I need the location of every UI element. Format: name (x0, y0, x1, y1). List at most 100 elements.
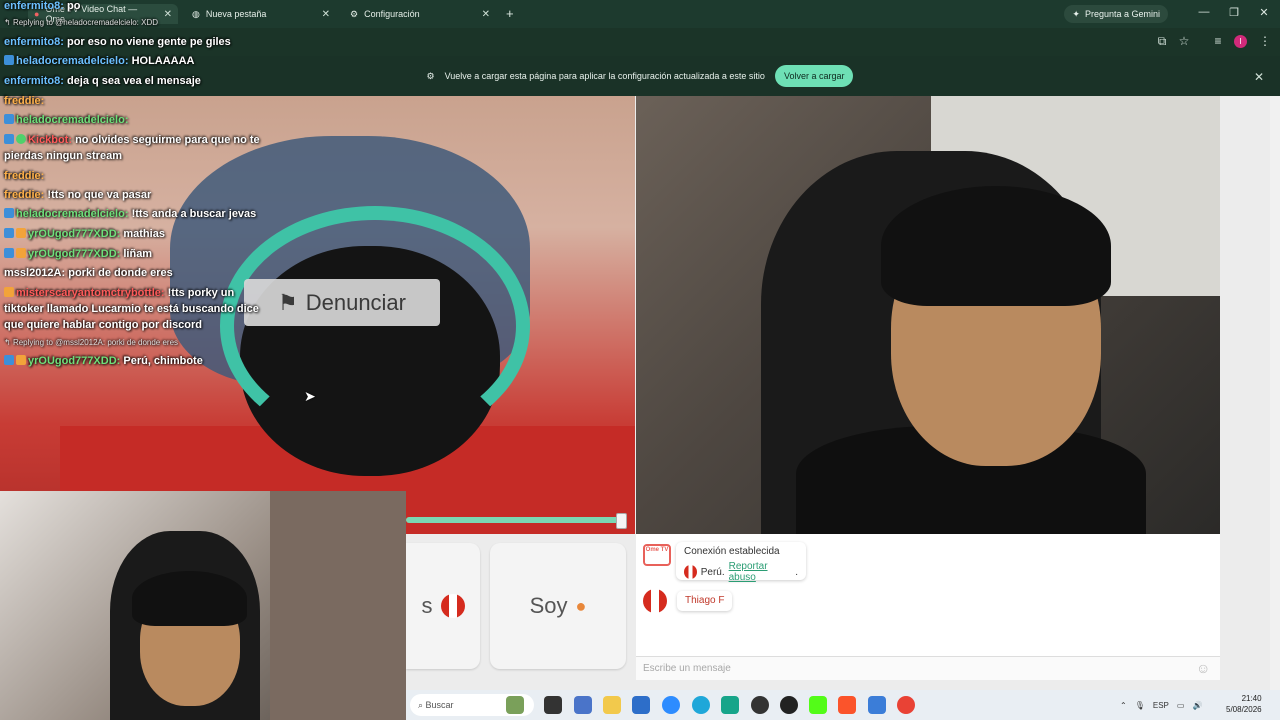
chat-user: yrOUgod777XDD: (28, 228, 121, 240)
chevron-up-icon[interactable]: ⌃ (1120, 701, 1127, 710)
star-icon[interactable]: ☆ (1176, 34, 1192, 48)
media-icon[interactable]: ≡ (1210, 34, 1226, 48)
gemini-label: Pregunta a Gemini (1084, 9, 1160, 19)
chat-text: Replying to @mssl2012A: porki de donde e… (12, 338, 179, 347)
chat-line: freddie: (4, 95, 44, 107)
widget-icon[interactable] (506, 696, 524, 714)
chat-line: heladocremadelcielo: (4, 114, 129, 126)
country-text: Perú. (700, 566, 725, 578)
window-close-button[interactable]: ✕ (1254, 6, 1274, 19)
period-text: . (795, 566, 798, 578)
badge-icon (4, 55, 14, 65)
store-icon[interactable] (574, 696, 592, 714)
volume-slider-track[interactable] (406, 517, 624, 523)
chat-line: yrOUgod777XDD: mathias (4, 228, 165, 240)
clock-time: 21:40 (1241, 694, 1262, 703)
card-text: s (421, 593, 433, 618)
chat-text: tiktoker llamado Lucarmio te está buscan… (4, 303, 259, 315)
chat-user: freddie: (4, 170, 45, 182)
chat-line: heladocremadelcielo: !tts anda a buscar … (4, 208, 256, 220)
install-icon[interactable]: ⧉ (1154, 34, 1170, 49)
monitor-icon[interactable]: ▭ (1177, 701, 1185, 710)
report-label: Denunciar (305, 289, 406, 315)
chat-line: mssl2012A: porki de donde eres (4, 267, 173, 279)
brave-icon[interactable] (838, 696, 856, 714)
report-button[interactable]: ⚑ Denunciar (244, 279, 440, 326)
chat-line: Kickbot: no olvides seguirme para que no… (4, 134, 260, 146)
chat-text: liñam (123, 248, 153, 260)
streamer-webcam (0, 491, 406, 720)
edge-icon[interactable] (692, 696, 710, 714)
close-icon[interactable]: ✕ (164, 9, 172, 20)
folder-icon[interactable] (603, 696, 621, 714)
video-shape (132, 571, 247, 626)
volume-slider-thumb[interactable] (616, 513, 627, 529)
kick-icon[interactable] (809, 696, 827, 714)
chat-user: heladocremadelcielo: (16, 114, 129, 126)
chat-line: heladocremadelcielo: HOLAAAAA (4, 55, 195, 67)
taskview-icon[interactable] (544, 696, 562, 714)
minimize-button[interactable]: — (1194, 6, 1214, 18)
obs-icon[interactable] (751, 696, 769, 714)
chat-line: freddie: !tts no que va pasar (4, 189, 151, 201)
message-input[interactable]: Escribe un mensaje (636, 656, 1220, 680)
chat-text: !tts no que va pasar (47, 189, 152, 201)
chat-text: po (66, 0, 81, 12)
flag-icon: ⚑ (277, 289, 298, 315)
badge-icon (4, 114, 14, 124)
gear-icon: ⚙ (350, 8, 359, 19)
vpn-icon[interactable] (721, 696, 739, 714)
chrome-icon[interactable] (897, 696, 915, 714)
badge-icon (4, 248, 14, 258)
close-icon[interactable]: ✕ (1254, 70, 1264, 84)
sparkle-icon: ✦ (1072, 8, 1080, 19)
menu-icon[interactable]: ⋮ (1257, 34, 1273, 48)
chat-text: porki de donde eres (68, 267, 173, 279)
chat-line: enfermito8: po (4, 0, 80, 12)
chat-text: deja q sea vea el mensaje (66, 75, 201, 87)
chat-text: HOLAAAAA (131, 55, 195, 67)
chat-user: enfermito8: (4, 36, 64, 48)
lang-indicator[interactable]: ESP (1153, 701, 1169, 710)
volume-icon[interactable]: 🔊 (1192, 701, 1202, 710)
tab-settings[interactable]: ⚙ Configuración ✕ (344, 4, 496, 24)
close-icon[interactable]: ✕ (322, 9, 330, 20)
chat-user: freddie: (4, 189, 45, 201)
chat-line: misterscaryantomctrybottle: !tts porky u… (4, 287, 234, 299)
chat-text: !tts anda a buscar jevas (131, 208, 257, 220)
partner-name: Thiago F (677, 591, 733, 611)
gemini-button[interactable]: ✦ Pregunta a Gemini (1064, 5, 1168, 23)
chat-user: heladocremadelcielo: (16, 55, 129, 67)
close-icon[interactable]: ✕ (482, 9, 490, 20)
zoom-icon[interactable] (662, 696, 680, 714)
boy-icon: ● (575, 595, 587, 616)
g-app-icon[interactable] (780, 696, 798, 714)
avatar[interactable]: I (1234, 35, 1247, 48)
chat-text: Replying to @heladocremadelcielo: XDD (12, 18, 159, 27)
app-icon[interactable] (868, 696, 886, 714)
search-placeholder: Buscar (425, 700, 454, 710)
gender-card[interactable]: Soy ● (490, 543, 626, 669)
clock[interactable]: 21:40 5/08/2026 (1226, 693, 1262, 715)
maximize-button[interactable]: ❐ (1224, 6, 1244, 19)
new-tab-button[interactable]: + (506, 6, 514, 21)
chat-line: enfermito8: por eso no viene gente pe gi… (4, 36, 231, 48)
country-card[interactable]: s (406, 543, 480, 669)
badge-icon (16, 248, 26, 258)
tab-new[interactable]: ◍ Nueva pestaña ✕ (186, 4, 336, 24)
ome-logo: Ome TV (643, 544, 671, 566)
peru-flag-icon (440, 594, 465, 618)
chat-user: heladocremadelcielo: (16, 208, 129, 220)
self-video (636, 96, 1220, 534)
chat-text: mathias (123, 228, 165, 240)
scrollbar[interactable] (1270, 96, 1280, 690)
app-icon[interactable] (632, 696, 650, 714)
report-abuse-link[interactable]: Reportar abuso (729, 561, 792, 583)
reload-button[interactable]: Volver a cargar (774, 65, 854, 87)
emoji-icon[interactable]: ☺ (1196, 660, 1210, 676)
mic-icon[interactable]: 🎙 (1135, 701, 1145, 710)
tab-label: Nueva pestaña (205, 9, 267, 19)
peru-flag-icon (643, 589, 667, 618)
badge-icon (4, 355, 14, 365)
info-message: Vuelve a cargar esta página para aplicar… (444, 71, 765, 81)
